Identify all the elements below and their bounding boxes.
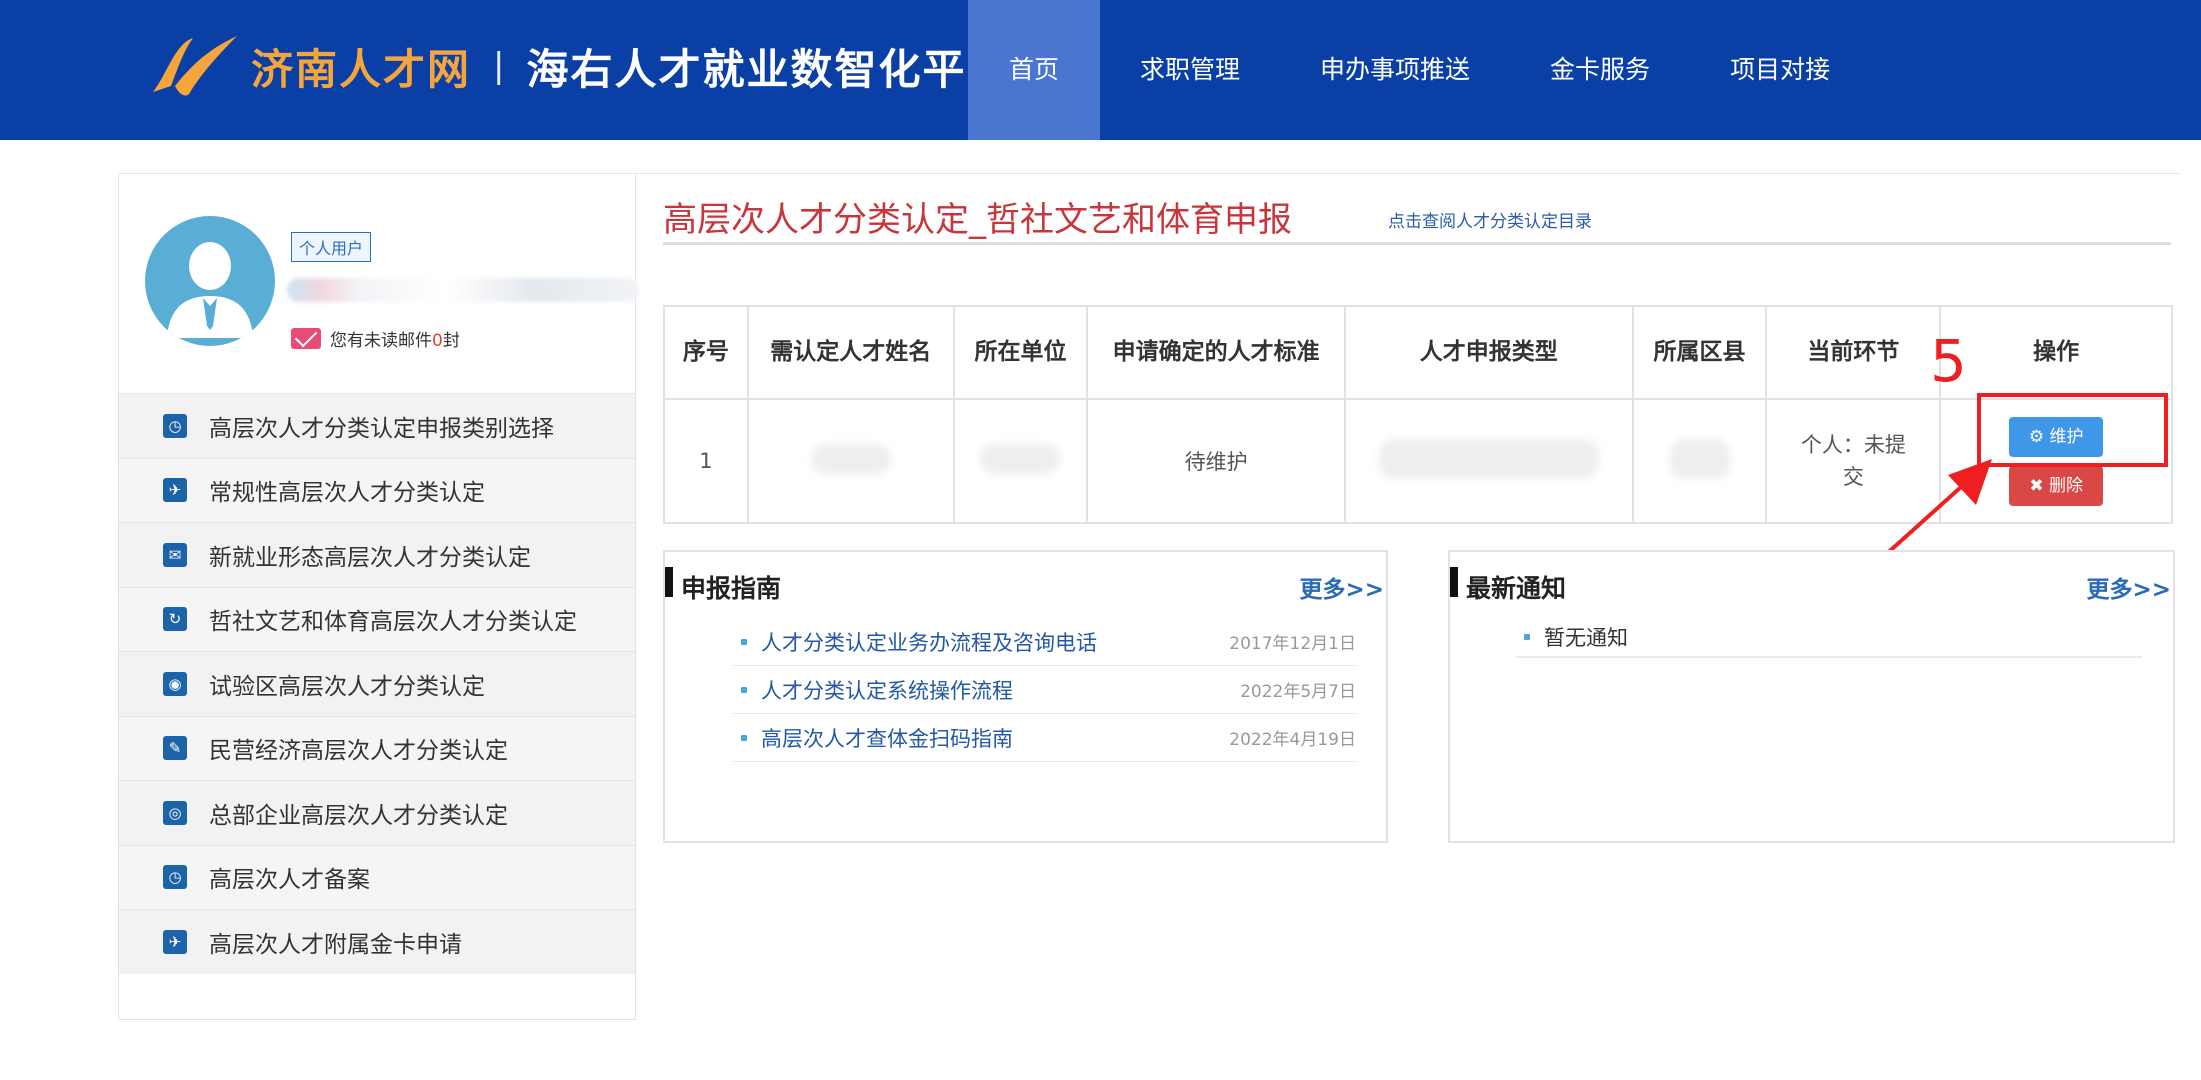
menu-item-gold-card[interactable]: ✈ 高层次人才附属金卡申请 xyxy=(119,909,635,974)
clock-icon: ◷ xyxy=(163,413,187,438)
guide-panel-header: 申报指南 更多>> xyxy=(665,552,1386,616)
user-name-redacted xyxy=(287,278,639,302)
notice-panel-title: 最新通知 xyxy=(1466,574,1567,603)
plane-icon: ✈ xyxy=(163,929,187,954)
col-header: 所在单位 xyxy=(952,305,1089,400)
bullet-icon xyxy=(1524,634,1530,640)
col-header: 所属区县 xyxy=(1631,305,1768,400)
menu-item-record[interactable]: ◷ 高层次人才备案 xyxy=(119,844,635,909)
guide-more-link[interactable]: 更多>> xyxy=(1299,570,1384,604)
menu-item-headquarters[interactable]: ◎ 总部企业高层次人才分类认定 xyxy=(119,780,635,845)
col-header: 申请确定的人才标准 xyxy=(1086,305,1346,400)
panel-marker xyxy=(1450,567,1458,597)
main-nav: 首页 求职管理 申办事项推送 金卡服务 项目对接 xyxy=(968,0,1870,140)
district-redacted xyxy=(1631,398,1768,524)
application-type-redacted xyxy=(1343,398,1634,524)
annotation-step-number: 5 xyxy=(1930,327,1967,395)
logo-swoosh-icon xyxy=(153,36,237,96)
notice-list: 暂无通知 xyxy=(1516,618,2142,658)
notice-panel: 最新通知 更多>> 暂无通知 xyxy=(1448,550,2175,843)
talent-standard: 待维护 xyxy=(1086,398,1346,524)
menu-item-new-employment[interactable]: ✉ 新就业形态高层次人才分类认定 xyxy=(119,522,635,587)
top-header: 济南人才网 | 海右人才就业数智化平台 首页 求职管理 申办事项推送 金卡服务 … xyxy=(0,0,2201,140)
plane-icon: ✈ xyxy=(163,478,187,503)
guide-panel: 申报指南 更多>> 人才分类认定业务办流程及咨询电话 2017年12月1日 人才… xyxy=(663,550,1388,843)
site-name: 济南人才网 xyxy=(251,44,472,94)
user-profile: 个人用户 您有未读邮件0封 xyxy=(119,173,639,393)
site-logo[interactable]: 济南人才网 | 海右人才就业数智化平台 xyxy=(145,26,1011,106)
title-divider xyxy=(663,242,2171,245)
notice-panel-header: 最新通知 更多>> xyxy=(1450,552,2173,616)
guide-panel-title: 申报指南 xyxy=(681,574,782,603)
catalog-link[interactable]: 点击查阅人才分类认定目录 xyxy=(1388,207,1592,232)
mail-text: 您有未读邮件0封 xyxy=(330,331,460,351)
panel-marker xyxy=(665,567,673,597)
nav-service-push[interactable]: 申办事项推送 xyxy=(1280,0,1510,140)
menu-item-private-economy[interactable]: ✎ 民营经济高层次人才分类认定 xyxy=(119,715,635,780)
col-header: 操作 xyxy=(1939,305,2173,400)
platform-name: 海右人才就业数智化平台 xyxy=(526,44,1011,94)
mail-count: 0 xyxy=(432,331,443,351)
nav-gold-card[interactable]: 金卡服务 xyxy=(1510,0,1690,140)
list-item: 暂无通知 xyxy=(1516,618,2142,658)
col-header: 需认定人才姓名 xyxy=(746,305,955,400)
bullet-icon xyxy=(741,734,747,741)
nav-project-matching[interactable]: 项目对接 xyxy=(1690,0,1870,140)
menu-item-regular[interactable]: ✈ 常规性高层次人才分类认定 xyxy=(119,457,635,522)
col-header: 序号 xyxy=(663,305,749,400)
notice-more-link[interactable]: 更多>> xyxy=(2086,570,2171,604)
menu-item-culture-sports[interactable]: ↻ 哲社文艺和体育高层次人才分类认定 xyxy=(119,586,635,651)
list-item[interactable]: 高层次人才查体金扫码指南 2022年4月19日 xyxy=(733,714,1356,762)
delete-button[interactable]: ✖ 删除 xyxy=(2009,465,2104,506)
eye-icon: ◉ xyxy=(163,671,187,696)
nav-job-management[interactable]: 求职管理 xyxy=(1100,0,1280,140)
clock-icon: ◷ xyxy=(163,865,187,890)
row-index: 1 xyxy=(663,398,749,524)
mail-notice[interactable]: 您有未读邮件0封 xyxy=(291,326,460,351)
user-type-badge: 个人用户 xyxy=(291,232,372,262)
person-icon xyxy=(167,242,253,338)
avatar xyxy=(145,216,275,346)
sidebar-menu: ◷ 高层次人才分类认定申报类别选择 ✈ 常规性高层次人才分类认定 ✉ 新就业形态… xyxy=(119,393,635,974)
bullet-icon xyxy=(741,686,747,693)
annotation-highlight-box xyxy=(1977,393,2168,467)
sidebar: 个人用户 您有未读邮件0封 ◷ 高层次人才分类认定申报类别选择 ✈ 常规性高层次… xyxy=(118,173,639,1020)
col-header: 人才申报类型 xyxy=(1343,305,1634,400)
col-header: 当前环节 xyxy=(1765,305,1942,400)
close-icon: ✖ xyxy=(2029,475,2044,496)
envelope-icon: ✉ xyxy=(163,542,187,567)
menu-item-pilot-zone[interactable]: ◉ 试验区高层次人才分类认定 xyxy=(119,651,635,716)
refresh-icon: ↻ xyxy=(163,607,187,632)
guide-list: 人才分类认定业务办流程及咨询电话 2017年12月1日 人才分类认定系统操作流程… xyxy=(733,618,1356,762)
menu-item-category-select[interactable]: ◷ 高层次人才分类认定申报类别选择 xyxy=(119,393,635,458)
mail-icon xyxy=(291,328,321,349)
list-item[interactable]: 人才分类认定系统操作流程 2022年5月7日 xyxy=(733,666,1356,714)
employer-redacted xyxy=(952,398,1089,524)
edit-icon: ✎ xyxy=(163,736,187,761)
nav-home[interactable]: 首页 xyxy=(968,0,1101,140)
list-item[interactable]: 人才分类认定业务办流程及咨询电话 2017年12月1日 xyxy=(733,618,1356,666)
talent-name-redacted xyxy=(746,398,955,524)
bullet-icon xyxy=(741,638,747,645)
logo-separator: | xyxy=(493,46,505,86)
globe-icon: ◎ xyxy=(163,800,187,825)
page-title: 高层次人才分类认定_哲社文艺和体育申报 xyxy=(663,200,1292,240)
